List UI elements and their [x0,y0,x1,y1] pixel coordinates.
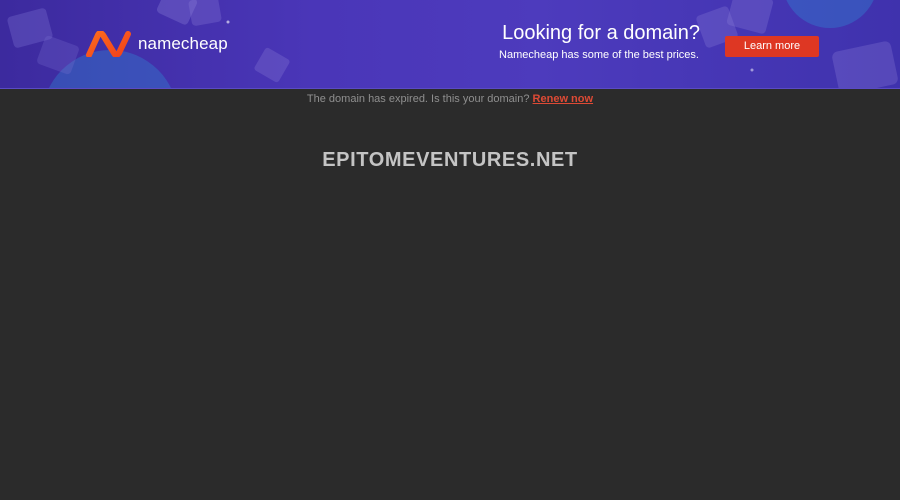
promo-headline: Looking for a domain? [502,22,700,44]
renew-now-link[interactable]: Renew now [533,93,594,105]
brand-name: namecheap [138,34,228,53]
expiry-notice-text: The domain has expired. Is this your dom… [306,93,533,105]
learn-more-button[interactable]: Learn more [725,36,819,57]
namecheap-logo-icon [86,31,131,57]
promo-subtext: Namecheap has some of the best prices. [499,49,699,61]
parking-page: namecheap Looking for a domain? Namechea… [0,0,900,500]
promo-banner[interactable]: namecheap Looking for a domain? Namechea… [0,0,900,89]
namecheap-brand[interactable]: namecheap [86,30,228,58]
expiry-notice: The domain has expired. Is this your dom… [0,93,900,105]
domain-name-title: EPITOMEVENTURES.NET [322,149,578,171]
